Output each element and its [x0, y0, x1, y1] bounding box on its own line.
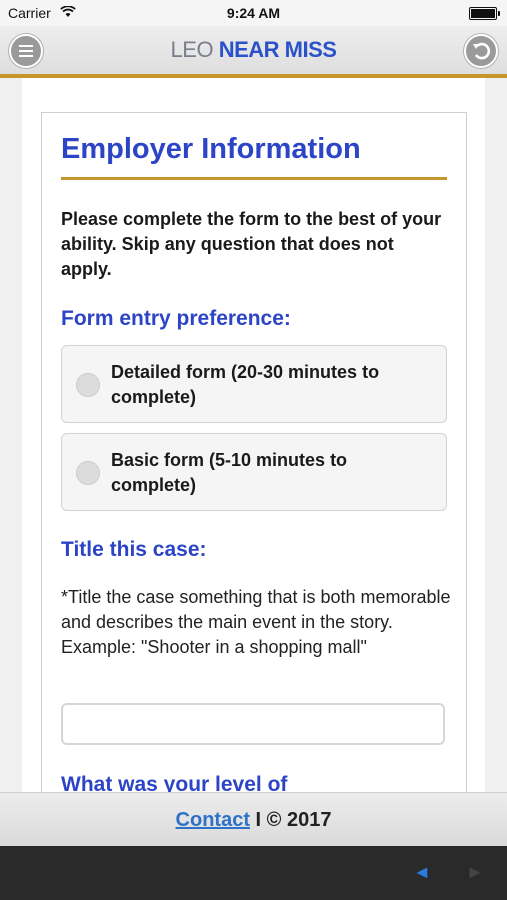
footer: Contact I © 2017	[0, 792, 507, 847]
radio-circle[interactable]	[76, 373, 100, 397]
case-title-input[interactable]	[61, 703, 445, 745]
copyright-text: I © 2017	[255, 809, 332, 831]
nav-back-icon[interactable]: ◄	[413, 862, 431, 883]
status-bar: Carrier 9:24 AM	[0, 0, 507, 26]
app-header: LEO NEAR MISS	[0, 26, 507, 78]
app-title-prefix: LEO	[170, 37, 214, 62]
radio-label: Basic form (5-10 minutes to complete)	[111, 450, 348, 495]
page-column: Employer Information Please complete the…	[22, 78, 485, 792]
app-title: LEO NEAR MISS	[0, 37, 507, 63]
app-title-main: NEAR MISS	[218, 37, 337, 62]
contact-link[interactable]: Contact	[176, 809, 250, 831]
content-scroll-area[interactable]: Employer Information Please complete the…	[0, 78, 507, 792]
entry-preference-label: Form entry preference:	[61, 307, 291, 330]
back-button[interactable]	[464, 34, 498, 68]
section-title: Employer Information	[61, 133, 361, 165]
browser-toolbar: ◄ ►	[0, 846, 507, 900]
status-time: 9:24 AM	[226, 5, 281, 21]
radio-label: Detailed form (20-30 minutes to complete…	[111, 362, 380, 407]
form-card: Employer Information Please complete the…	[41, 112, 467, 792]
level-question-label: What was your level of	[61, 773, 288, 792]
title-divider	[61, 177, 447, 180]
radio-detailed-form[interactable]: Detailed form (20-30 minutes to complete…	[61, 345, 447, 423]
case-title-label: Title this case:	[61, 538, 207, 561]
battery-icon	[469, 7, 500, 20]
back-icon	[473, 42, 491, 60]
nav-forward-icon[interactable]: ►	[466, 862, 484, 883]
radio-basic-form[interactable]: Basic form (5-10 minutes to complete)	[61, 433, 447, 511]
form-intro: Please complete the form to the best of …	[61, 209, 442, 279]
case-title-hint: *Title the case something that is both m…	[61, 587, 451, 657]
radio-circle[interactable]	[76, 461, 100, 485]
